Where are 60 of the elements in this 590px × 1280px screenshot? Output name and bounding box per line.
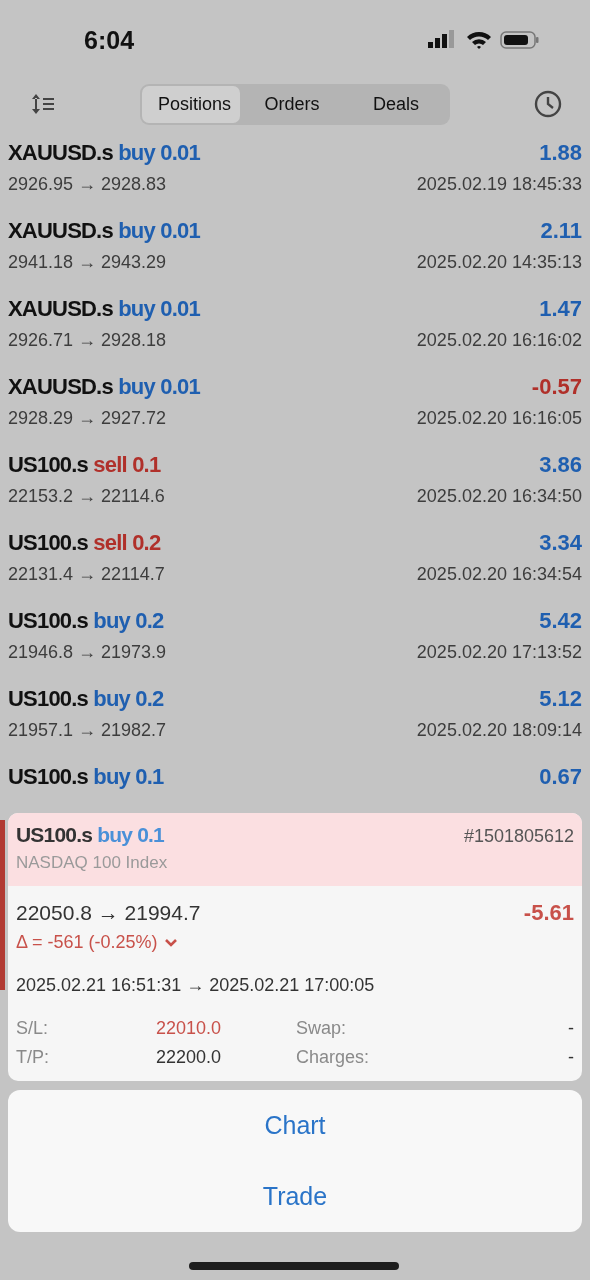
- price-range: 2926.71 → 2928.18: [8, 330, 167, 351]
- profit-value: 2.11: [540, 218, 582, 244]
- position-title[interactable]: US100.s buy 0.2: [8, 608, 164, 634]
- price-range: 21946.8 → 21973.9: [8, 642, 167, 663]
- position-title[interactable]: XAUUSD.s buy 0.01: [8, 140, 200, 166]
- price-range: 2941.18 → 2943.29: [8, 252, 167, 273]
- profit-value: -0.57: [531, 374, 582, 400]
- field-value: -: [568, 1018, 574, 1039]
- position-title[interactable]: US100.s sell 0.1: [8, 452, 161, 478]
- price-range: 2928.29 → 2927.72: [8, 408, 167, 429]
- field-label: T/P:: [16, 1047, 50, 1068]
- action-button[interactable]: Chart: [8, 1090, 582, 1161]
- sort-icon[interactable]: [30, 92, 56, 116]
- profit-value: 3.86: [539, 452, 582, 478]
- profit-value: 0.67: [539, 764, 582, 790]
- position-title[interactable]: XAUUSD.s buy 0.01: [8, 374, 200, 400]
- action-button[interactable]: Trade: [8, 1161, 582, 1232]
- open-time: 2025.02.20 14:35:13: [416, 252, 582, 273]
- ticket-number: #1501805612: [463, 826, 574, 847]
- price-range: 22050.8 → 21994.7: [16, 901, 201, 925]
- open-time: 2025.02.20 16:34:54: [416, 564, 582, 585]
- position-title[interactable]: US100.s buy 0.1: [8, 764, 164, 790]
- open-time: 2025.02.19 18:45:33: [416, 174, 582, 195]
- price-range: 22131.4 → 22114.7: [8, 564, 165, 585]
- field-value: -: [568, 1047, 574, 1068]
- profit-value: 3.34: [539, 530, 582, 556]
- profit-value: -5.61: [523, 900, 574, 926]
- open-time: 2025.02.20 16:16:05: [416, 408, 582, 429]
- position-title[interactable]: US100.s buy 0.2: [8, 686, 164, 712]
- field-value: 22010.0: [156, 1018, 223, 1039]
- position-title[interactable]: XAUUSD.s buy 0.01: [8, 296, 200, 322]
- position-title[interactable]: XAUUSD.s buy 0.01: [8, 218, 200, 244]
- open-time: 2025.02.20 17:13:52: [416, 642, 582, 663]
- open-time: 2025.02.20 18:09:14: [416, 720, 582, 741]
- price-range: 21957.1 → 21982.7: [8, 720, 167, 741]
- field-label: S/L:: [16, 1018, 50, 1039]
- price-delta: Δ = -561 (-0.25%): [16, 932, 158, 953]
- symbol-description: NASDAQ 100 Index: [16, 853, 169, 873]
- profit-value: 1.88: [539, 140, 582, 166]
- history-icon[interactable]: [534, 90, 562, 118]
- tab[interactable]: Positions: [142, 85, 240, 123]
- tab[interactable]: Deals: [344, 85, 448, 123]
- chevron-icon[interactable]: [163, 937, 178, 948]
- time-range: 2025.02.21 16:51:31 → 2025.02.21 17:00:05: [16, 975, 376, 996]
- open-time: 2025.02.20 16:16:02: [416, 330, 582, 351]
- price-range: 2926.95 → 2928.83: [8, 174, 167, 195]
- tab[interactable]: Orders: [240, 85, 344, 123]
- detail-title: US100.s buy 0.1: [16, 823, 164, 847]
- position-title[interactable]: US100.s sell 0.2: [8, 530, 161, 556]
- profit-value: 1.47: [539, 296, 582, 322]
- wifi-icon: [466, 30, 492, 50]
- profit-value: 5.12: [539, 686, 582, 712]
- price-range: 22153.2 → 22114.6: [8, 486, 165, 507]
- status-time: 6:04: [84, 25, 135, 55]
- battery-icon: [500, 30, 540, 50]
- profit-value: 5.42: [539, 608, 582, 634]
- field-label: Charges:: [296, 1047, 371, 1068]
- field-label: Swap:: [296, 1018, 348, 1039]
- open-time: 2025.02.20 16:34:50: [416, 486, 582, 507]
- field-value: 22200.0: [156, 1047, 223, 1068]
